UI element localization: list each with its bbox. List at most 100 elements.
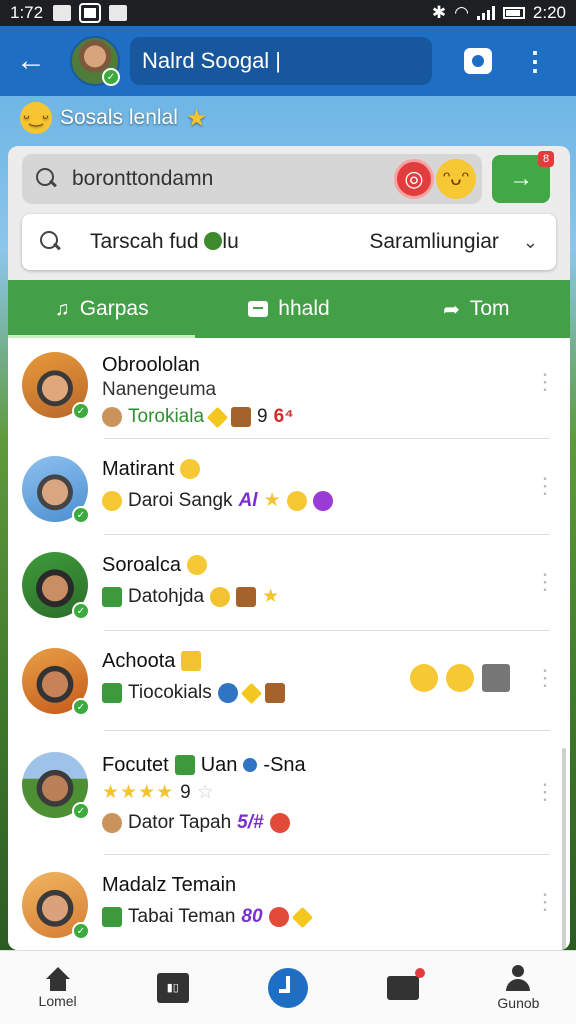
verified-icon: ✓ <box>72 602 90 620</box>
more-options-icon[interactable]: ⋮ <box>534 475 556 497</box>
filter-selected-value: Saramliungiar <box>369 230 499 253</box>
chat-title[interactable]: Nalrd Soogal | <box>130 37 432 85</box>
verified-icon: ✓ <box>72 698 90 716</box>
contact-meta: Daroi Sangk Al ★ <box>102 486 570 516</box>
nav-clock[interactable] <box>230 951 345 1024</box>
list-item[interactable]: ✓ Obroololan Nanengeuma Torokiala 9 6⁴ ⋮ <box>8 338 570 432</box>
gem-icon <box>291 906 313 928</box>
box-icon <box>264 683 285 703</box>
share-icon: ➦ <box>443 298 460 321</box>
notification-dot <box>415 967 426 978</box>
camera-emoji-icon[interactable] <box>482 664 510 692</box>
nav-profile[interactable]: Gunob <box>461 951 576 1024</box>
contact-meta-extra: 80 <box>241 906 263 927</box>
more-options-icon[interactable]: ⋮ <box>534 371 556 393</box>
target-emoji-icon[interactable]: ◎ <box>394 159 434 199</box>
contact-status: Daroi Sangk <box>128 490 233 511</box>
contact-name-extra2: -Sna <box>263 754 306 776</box>
shield-notification-icon <box>109 5 128 21</box>
filter-left-label: Tarscah fud <box>90 230 199 253</box>
search-input[interactable]: boronttondamn ◎ ᵔᴗᵔ <box>22 154 482 204</box>
cookie-icon <box>102 813 122 833</box>
list-item[interactable]: ✓ Soroalca Datohjda ★ ⋮ <box>8 538 570 620</box>
star-empty-icon: ☆ <box>196 782 215 803</box>
arrow-right-icon: → <box>509 165 533 192</box>
laugh-emoji-icon[interactable]: ᵔᴗᵔ <box>436 159 476 199</box>
contact-meta: Tabai Teman 80 <box>102 902 570 932</box>
droplet-icon <box>217 683 238 703</box>
more-options-icon[interactable]: ⋮ <box>534 891 556 913</box>
box-icon <box>236 587 257 607</box>
avatar: ✓ <box>22 872 90 940</box>
laugh-emoji-icon[interactable] <box>446 664 474 692</box>
wink-emoji-icon[interactable] <box>410 664 438 692</box>
list-item[interactable]: ✓ Achoota Tiocokials ⋮ <box>8 634 570 716</box>
clock-icon <box>268 967 308 1008</box>
go-button[interactable]: → 8 <box>492 151 554 203</box>
message-icon <box>248 301 269 317</box>
hug-emoji-icon <box>186 555 207 575</box>
tiles-icon: ▮▯ <box>156 972 189 1003</box>
search-icon <box>36 168 58 190</box>
more-options-icon[interactable]: ⋮ <box>534 667 556 689</box>
filter-dropdown[interactable]: Tarscah fud lu Saramliungiar ⌄ <box>22 214 556 270</box>
verified-icon: ✓ <box>72 402 90 420</box>
profile-avatar[interactable]: ✓ <box>70 36 120 86</box>
main-panel: boronttondamn ◎ ᵔᴗᵔ → 8 Tarscah fud lu S… <box>8 146 570 950</box>
contact-meta: Datohjda ★ <box>102 582 570 612</box>
coin-icon <box>210 587 231 607</box>
battery-icon <box>502 7 525 19</box>
avatar: ✓ <box>22 456 90 524</box>
go-count-badge: 8 <box>538 151 554 167</box>
star-rating-icon: ★★★★ <box>102 782 175 803</box>
back-arrow-icon[interactable]: ← <box>16 44 56 78</box>
bottom-nav: Lomel ▮▯ Gunob <box>0 950 576 1024</box>
filter-left-text: Tarscah fud lu <box>90 230 239 254</box>
list-item[interactable]: ✓ Matirant Daroi Sangk Al ★ ⋮ <box>8 442 570 524</box>
divider <box>104 854 550 855</box>
nav-mail[interactable] <box>346 951 461 1024</box>
list-item[interactable]: ✓ Focutet Uan -Sna ★★★★ 9 ☆ Dator Tapah <box>8 738 570 838</box>
star-icon: ★ <box>262 586 280 607</box>
nav-label: Lomel <box>38 992 77 1009</box>
avatar: ✓ <box>22 352 90 420</box>
gem-green-icon <box>174 755 195 775</box>
heart-icon <box>312 491 333 511</box>
wifi-icon: ◠ <box>454 3 469 22</box>
search-row: boronttondamn ◎ ᵔᴗᵔ → 8 <box>22 151 556 204</box>
more-options-icon[interactable]: ⋮ <box>534 571 556 593</box>
nav-tiles[interactable]: ▮▯ <box>115 951 230 1024</box>
status-time-right: 2:20 <box>532 3 566 22</box>
divider <box>104 534 550 535</box>
plant-icon <box>102 683 122 703</box>
greeting-banner: ᵕ‿ᵕ Sosals lenlal ★ <box>20 102 207 134</box>
tab-hhald[interactable]: hhald <box>195 280 382 338</box>
contact-list: ✓ Obroololan Nanengeuma Torokiala 9 6⁴ ⋮… <box>8 338 570 950</box>
camera-icon[interactable] <box>464 48 492 74</box>
grin-emoji-icon <box>286 491 307 511</box>
tab-label: hhald <box>278 297 330 320</box>
search-icon <box>40 231 62 253</box>
verified-icon: ✓ <box>72 802 90 820</box>
app-notification-icon <box>79 3 102 23</box>
tab-garpas[interactable]: ♫ Garpas <box>8 280 196 338</box>
contact-name: Madalz Temain <box>102 874 237 896</box>
smile-emoji-icon: ᵕ‿ᵕ <box>20 102 52 134</box>
box-icon <box>231 407 252 427</box>
divider <box>104 630 550 631</box>
rating-extra: 9 <box>180 782 191 803</box>
scrollbar[interactable] <box>562 748 566 950</box>
list-item[interactable]: ✓ Madalz Temain Tabai Teman 80 ⋮ <box>8 858 570 940</box>
more-options-icon[interactable]: ⋮ <box>534 781 556 803</box>
contact-status: Torokiala <box>128 406 205 427</box>
bluetooth-icon: ✱ <box>431 3 447 22</box>
contact-meta: Torokiala 9 6⁴ <box>102 402 570 432</box>
contact-meta-extra: 5/# <box>237 812 264 833</box>
tab-tom[interactable]: ➦ Tom <box>383 280 570 338</box>
more-menu-icon[interactable]: ⋮ <box>522 48 548 74</box>
contact-name: Matirant <box>102 458 175 480</box>
nav-home[interactable]: Lomel <box>0 951 115 1024</box>
rating-row: ★★★★ 9 ☆ <box>102 778 570 808</box>
avatar: ✓ <box>22 752 90 820</box>
contact-status: Tiocokials <box>128 682 212 703</box>
